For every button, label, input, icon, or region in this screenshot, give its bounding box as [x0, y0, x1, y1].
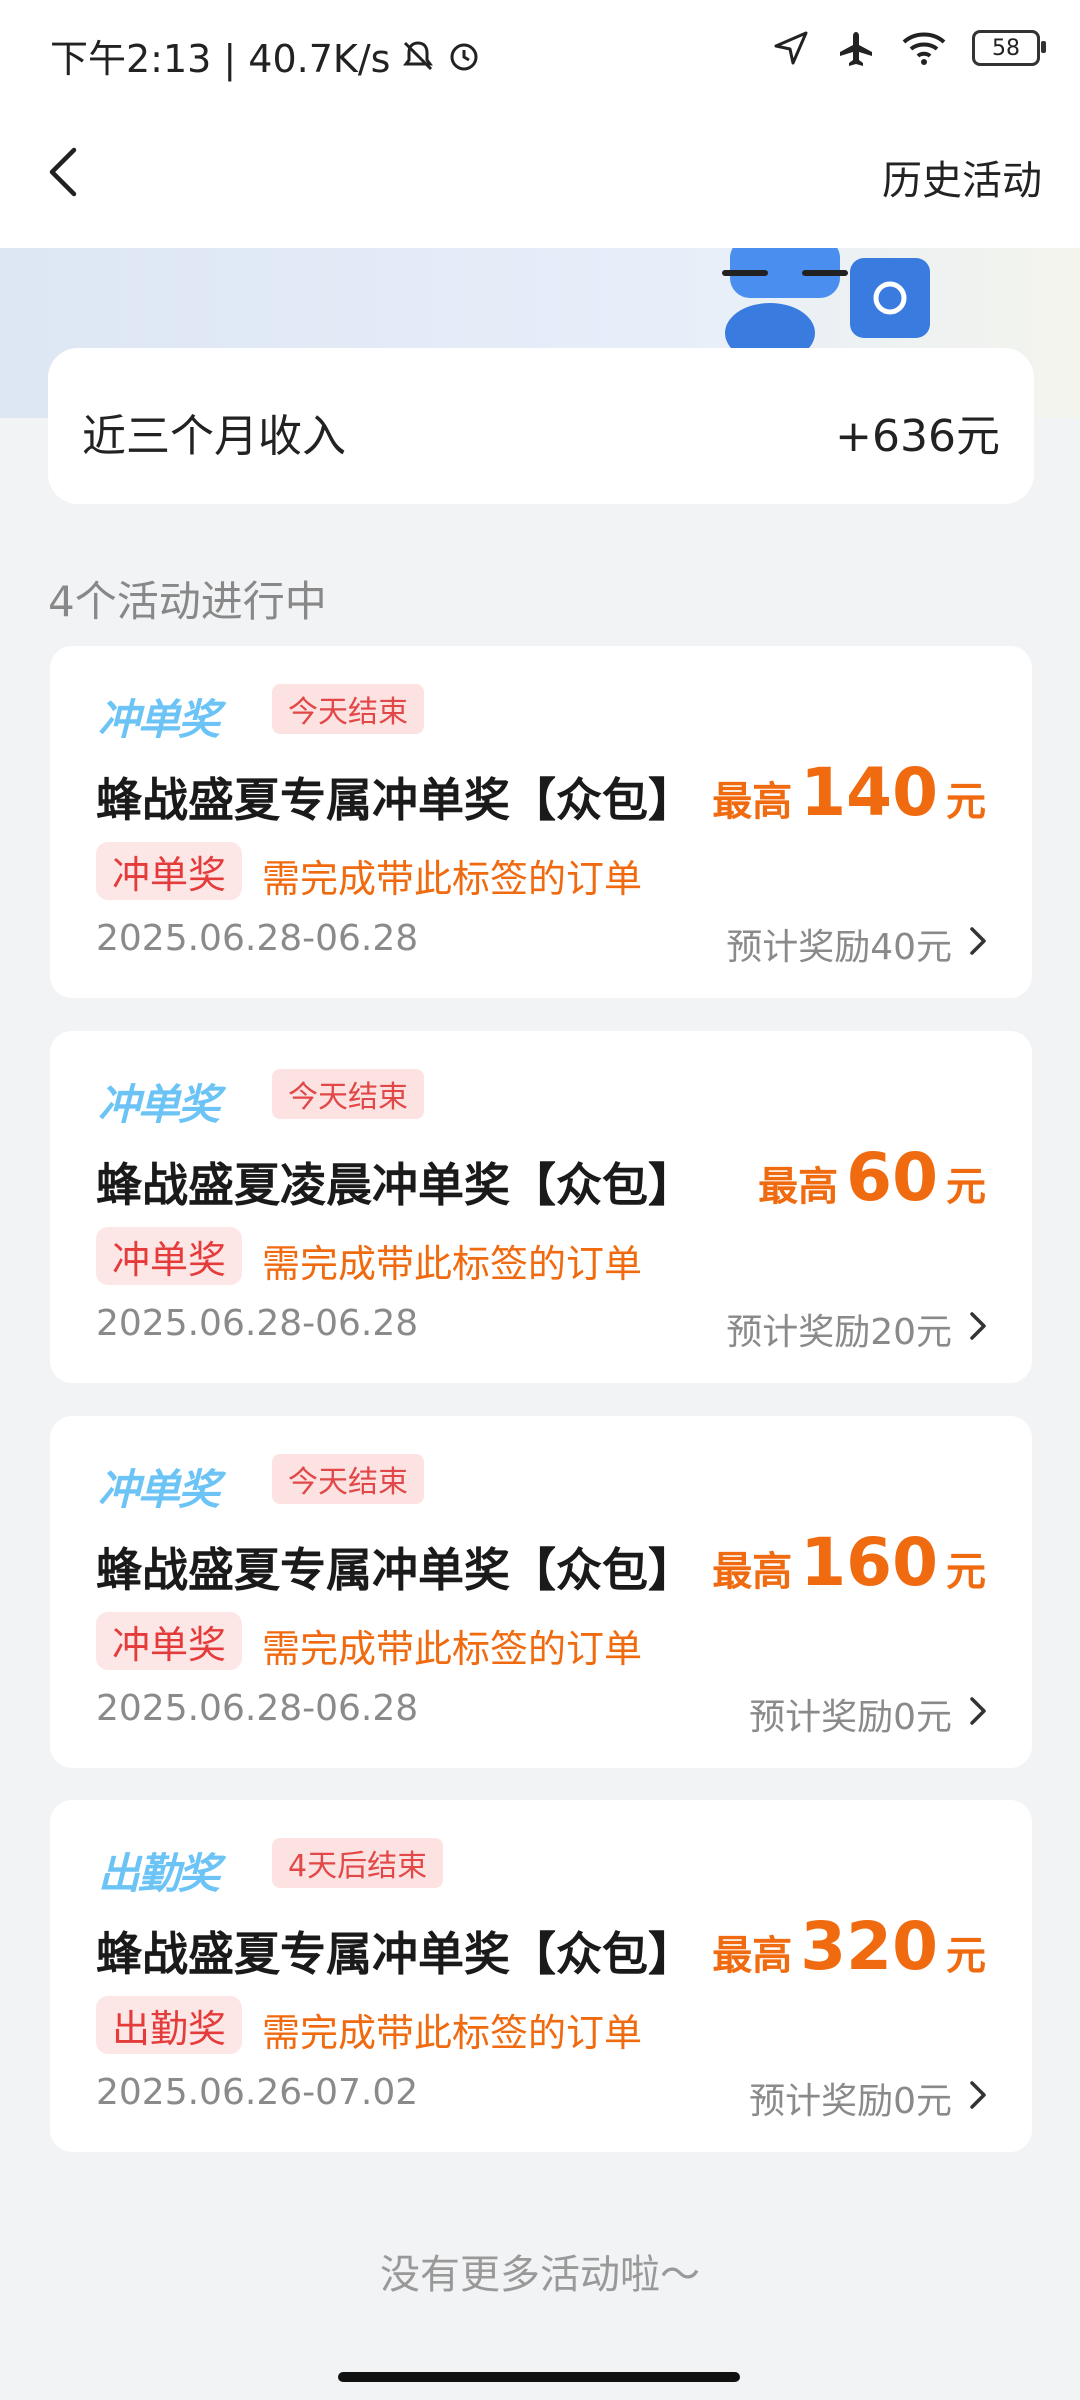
- activity-card[interactable]: 冲单奖 今天结束 蜂战盛夏专属冲单奖【众包】 最高 160 元 冲单奖 需完成带…: [50, 1416, 1032, 1768]
- max-reward-label: 最高: [712, 1933, 793, 1979]
- end-time-badge: 今天结束: [272, 1454, 424, 1504]
- back-arrow-icon[interactable]: [38, 142, 98, 202]
- max-reward-amount: 140: [800, 754, 938, 831]
- battery-level: 58: [992, 35, 1020, 61]
- activities-count-title: 4个活动进行中: [48, 577, 327, 626]
- activity-title: 蜂战盛夏专属冲单奖【众包】: [96, 1543, 694, 1597]
- order-tag: 出勤奖: [96, 1996, 243, 2054]
- income-summary-card: 近三个月收入 +636元: [48, 348, 1034, 504]
- tag-description: 需完成带此标签的订单: [262, 2011, 643, 2055]
- order-tag: 冲单奖: [96, 1227, 243, 1285]
- date-range: 2025.06.26-07.02: [96, 2072, 419, 2113]
- tag-description: 需完成带此标签的订单: [262, 1627, 643, 1671]
- activity-type-logo: 冲单奖: [98, 1080, 220, 1129]
- estimated-reward: 预计奖励40元: [726, 927, 952, 968]
- income-value: +636元: [835, 411, 1000, 462]
- max-reward-amount: 60: [846, 1139, 938, 1216]
- wifi-icon: [902, 32, 946, 65]
- order-tag: 冲单奖: [96, 1612, 243, 1670]
- chevron-right-icon: [970, 927, 986, 955]
- battery-icon: 58: [972, 30, 1046, 66]
- income-label: 近三个月收入: [82, 411, 346, 462]
- max-reward-unit: 元: [946, 1164, 986, 1210]
- alarm-icon: [450, 43, 478, 70]
- max-reward-label: 最高: [758, 1164, 839, 1210]
- chevron-right-icon: [970, 1312, 986, 1340]
- tag-description: 需完成带此标签的订单: [262, 857, 643, 901]
- end-time-badge: 4天后结束: [272, 1838, 444, 1888]
- activity-title: 蜂战盛夏专属冲单奖【众包】: [96, 773, 694, 827]
- activity-card[interactable]: 出勤奖 4天后结束 蜂战盛夏专属冲单奖【众包】 最高 320 元 出勤奖 需完成…: [50, 1800, 1032, 2152]
- navigation-bar: 历史活动: [0, 100, 1080, 248]
- no-more-activities-text: 没有更多活动啦～: [380, 2252, 700, 2298]
- order-tag: 冲单奖: [96, 842, 243, 900]
- chevron-right-icon: [970, 2081, 986, 2109]
- activity-card[interactable]: 冲单奖 今天结束 蜂战盛夏专属冲单奖【众包】 最高 140 元 冲单奖 需完成带…: [50, 646, 1032, 998]
- date-range: 2025.06.28-06.28: [96, 1303, 419, 1344]
- status-right: 58: [772, 28, 1046, 68]
- activity-title: 蜂战盛夏凌晨冲单奖【众包】: [96, 1158, 694, 1212]
- airplane-icon: [840, 32, 872, 66]
- max-reward-unit: 元: [946, 1549, 986, 1595]
- max-reward-unit: 元: [946, 1933, 986, 1979]
- activity-card[interactable]: 冲单奖 今天结束 蜂战盛夏凌晨冲单奖【众包】 最高 60 元 冲单奖 需完成带此…: [50, 1031, 1032, 1383]
- status-left: 下午2:13 | 40.7K/s: [50, 28, 482, 83]
- bell-off-icon: [403, 40, 434, 70]
- estimated-reward: 预计奖励0元: [749, 1697, 952, 1738]
- activity-type-logo: 冲单奖: [98, 1465, 220, 1514]
- activity-type-logo: 冲单奖: [98, 695, 220, 744]
- chevron-right-icon: [970, 1697, 986, 1725]
- history-activities-link[interactable]: 历史活动: [882, 148, 1042, 206]
- location-icon: [774, 31, 808, 65]
- max-reward-unit: 元: [946, 779, 986, 825]
- end-time-badge: 今天结束: [272, 684, 424, 734]
- status-time-speed: 下午2:13 | 40.7K/s: [50, 37, 391, 81]
- max-reward: 最高 160 元: [712, 1524, 986, 1601]
- end-time-badge: 今天结束: [272, 1069, 424, 1119]
- date-range: 2025.06.28-06.28: [96, 918, 419, 959]
- estimated-reward: 预计奖励20元: [726, 1312, 952, 1353]
- delivery-mascot-illustration: [722, 248, 930, 348]
- tag-description: 需完成带此标签的订单: [262, 1242, 643, 1286]
- max-reward: 最高 140 元: [712, 754, 986, 831]
- home-indicator[interactable]: [338, 2372, 740, 2382]
- max-reward: 最高 320 元: [712, 1908, 986, 1985]
- max-reward-amount: 320: [800, 1908, 938, 1985]
- estimated-reward: 预计奖励0元: [749, 2081, 952, 2122]
- max-reward: 最高 60 元: [758, 1139, 986, 1216]
- date-range: 2025.06.28-06.28: [96, 1688, 419, 1729]
- max-reward-label: 最高: [712, 779, 793, 825]
- activity-title: 蜂战盛夏专属冲单奖【众包】: [96, 1927, 694, 1981]
- max-reward-label: 最高: [712, 1549, 793, 1595]
- activity-type-logo: 出勤奖: [98, 1849, 220, 1898]
- status-bar: 下午2:13 | 40.7K/s 58: [0, 0, 1080, 100]
- max-reward-amount: 160: [800, 1524, 938, 1601]
